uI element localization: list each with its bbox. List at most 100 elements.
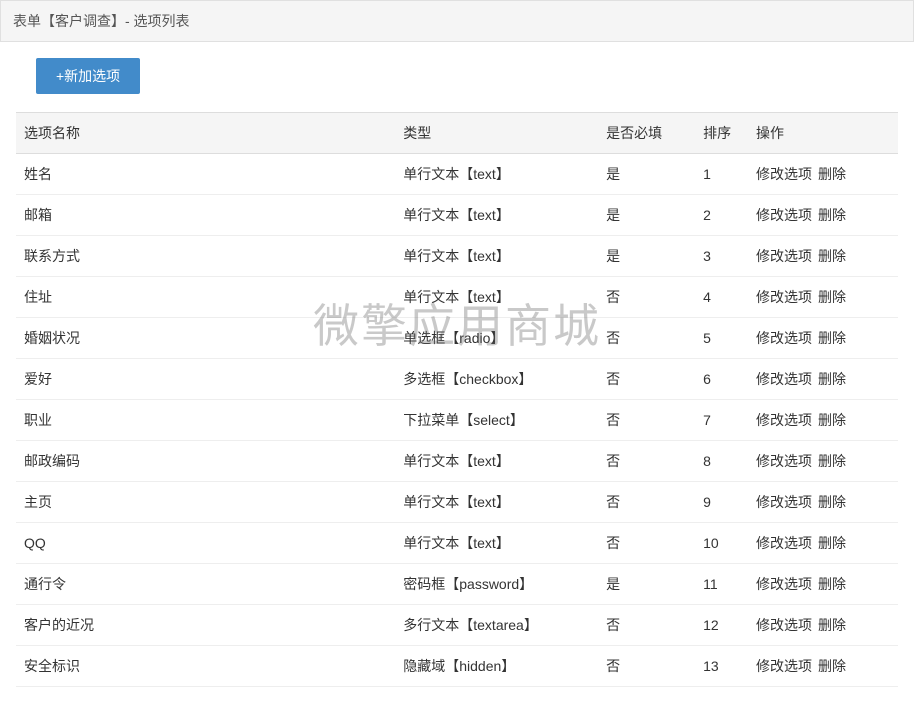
cell-type: 单行文本【text】 [395,441,598,482]
cell-type: 单行文本【text】 [395,523,598,564]
cell-required: 是 [598,154,695,195]
delete-option-link[interactable]: 删除 [818,207,846,223]
cell-sort: 11 [695,564,748,605]
header-type: 类型 [395,113,598,154]
cell-type: 隐藏域【hidden】 [395,646,598,687]
cell-actions: 修改选项删除 [748,277,898,318]
cell-sort: 6 [695,359,748,400]
options-table: 选项名称 类型 是否必填 排序 操作 姓名单行文本【text】是1修改选项删除邮… [16,112,898,687]
delete-option-link[interactable]: 删除 [818,576,846,592]
cell-required: 是 [598,195,695,236]
cell-actions: 修改选项删除 [748,236,898,277]
cell-sort: 9 [695,482,748,523]
cell-actions: 修改选项删除 [748,605,898,646]
header-name: 选项名称 [16,113,395,154]
cell-required: 否 [598,318,695,359]
table-row: 姓名单行文本【text】是1修改选项删除 [16,154,898,195]
cell-sort: 8 [695,441,748,482]
cell-type: 单行文本【text】 [395,277,598,318]
cell-actions: 修改选项删除 [748,523,898,564]
table-row: 联系方式单行文本【text】是3修改选项删除 [16,236,898,277]
cell-required: 否 [598,359,695,400]
delete-option-link[interactable]: 删除 [818,371,846,387]
cell-required: 否 [598,277,695,318]
cell-name: 安全标识 [16,646,395,687]
edit-option-link[interactable]: 修改选项 [756,371,812,387]
cell-type: 多选框【checkbox】 [395,359,598,400]
delete-option-link[interactable]: 删除 [818,330,846,346]
edit-option-link[interactable]: 修改选项 [756,166,812,182]
cell-actions: 修改选项删除 [748,318,898,359]
delete-option-link[interactable]: 删除 [818,535,846,551]
add-option-button[interactable]: +新加选项 [36,58,140,94]
table-row: 邮箱单行文本【text】是2修改选项删除 [16,195,898,236]
delete-option-link[interactable]: 删除 [818,166,846,182]
cell-sort: 2 [695,195,748,236]
cell-type: 单选框【radio】 [395,318,598,359]
cell-name: 爱好 [16,359,395,400]
table-row: 安全标识隐藏域【hidden】否13修改选项删除 [16,646,898,687]
cell-name: 联系方式 [16,236,395,277]
delete-option-link[interactable]: 删除 [818,453,846,469]
cell-sort: 3 [695,236,748,277]
cell-type: 密码框【password】 [395,564,598,605]
cell-required: 是 [598,236,695,277]
cell-required: 否 [598,523,695,564]
cell-sort: 12 [695,605,748,646]
cell-type: 单行文本【text】 [395,154,598,195]
page-header: 表单【客户调查】- 选项列表 [0,0,914,42]
delete-option-link[interactable]: 删除 [818,658,846,674]
cell-type: 单行文本【text】 [395,195,598,236]
cell-name: 客户的近况 [16,605,395,646]
cell-name: 邮箱 [16,195,395,236]
edit-option-link[interactable]: 修改选项 [756,453,812,469]
table-row: 爱好多选框【checkbox】否6修改选项删除 [16,359,898,400]
cell-name: 婚姻状况 [16,318,395,359]
cell-name: 住址 [16,277,395,318]
edit-option-link[interactable]: 修改选项 [756,658,812,674]
cell-name: QQ [16,523,395,564]
page-title: 表单【客户调查】- 选项列表 [13,13,190,29]
table-row: QQ单行文本【text】否10修改选项删除 [16,523,898,564]
cell-name: 邮政编码 [16,441,395,482]
cell-required: 否 [598,482,695,523]
cell-name: 姓名 [16,154,395,195]
header-actions: 操作 [748,113,898,154]
cell-name: 职业 [16,400,395,441]
cell-required: 否 [598,646,695,687]
edit-option-link[interactable]: 修改选项 [756,617,812,633]
cell-sort: 1 [695,154,748,195]
edit-option-link[interactable]: 修改选项 [756,248,812,264]
edit-option-link[interactable]: 修改选项 [756,494,812,510]
edit-option-link[interactable]: 修改选项 [756,330,812,346]
cell-sort: 5 [695,318,748,359]
table-header-row: 选项名称 类型 是否必填 排序 操作 [16,113,898,154]
cell-actions: 修改选项删除 [748,482,898,523]
cell-sort: 7 [695,400,748,441]
cell-type: 下拉菜单【select】 [395,400,598,441]
delete-option-link[interactable]: 删除 [818,412,846,428]
cell-name: 主页 [16,482,395,523]
cell-actions: 修改选项删除 [748,646,898,687]
cell-required: 否 [598,400,695,441]
cell-type: 单行文本【text】 [395,236,598,277]
cell-actions: 修改选项删除 [748,359,898,400]
content-area: +新加选项 选项名称 类型 是否必填 排序 操作 姓名单行文本【text】是1修… [0,42,914,703]
cell-required: 否 [598,605,695,646]
edit-option-link[interactable]: 修改选项 [756,412,812,428]
table-row: 客户的近况多行文本【textarea】否12修改选项删除 [16,605,898,646]
table-row: 通行令密码框【password】是11修改选项删除 [16,564,898,605]
delete-option-link[interactable]: 删除 [818,248,846,264]
delete-option-link[interactable]: 删除 [818,494,846,510]
delete-option-link[interactable]: 删除 [818,289,846,305]
cell-actions: 修改选项删除 [748,195,898,236]
edit-option-link[interactable]: 修改选项 [756,207,812,223]
cell-actions: 修改选项删除 [748,154,898,195]
edit-option-link[interactable]: 修改选项 [756,576,812,592]
cell-required: 否 [598,441,695,482]
edit-option-link[interactable]: 修改选项 [756,289,812,305]
cell-actions: 修改选项删除 [748,400,898,441]
edit-option-link[interactable]: 修改选项 [756,535,812,551]
delete-option-link[interactable]: 删除 [818,617,846,633]
table-row: 邮政编码单行文本【text】否8 修改选项删除 [16,441,898,482]
